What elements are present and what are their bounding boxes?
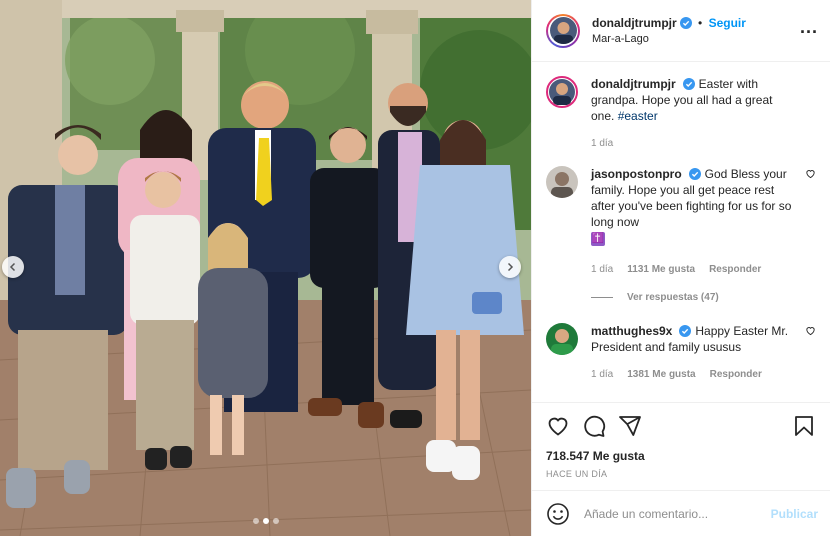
bookmark-icon [795, 416, 813, 436]
comment-item: jasonpostonpro God Bless your family. Hop… [546, 166, 816, 278]
post-timestamp: HACE UN DÍA [546, 469, 608, 479]
commenter-avatar[interactable] [546, 323, 578, 355]
verified-badge-icon [682, 78, 695, 90]
carousel-dot-active [262, 518, 269, 524]
comment-item: matthughes9x Happy Easter Mr. President a… [546, 323, 816, 383]
publish-button[interactable]: Publicar [771, 507, 818, 521]
avatar-image [546, 166, 578, 198]
view-replies-label: Ver respuestas (47) [627, 292, 719, 303]
emoji-button[interactable] [546, 502, 570, 526]
next-photo-button[interactable] [499, 256, 521, 278]
previous-photo-button[interactable] [2, 256, 24, 278]
post-header: donaldjtrumpjr • Seguir Mar-a-Lago ... [532, 0, 830, 62]
paper-plane-icon [619, 416, 641, 436]
carousel-dot [252, 518, 259, 524]
comment-button[interactable] [582, 414, 606, 438]
family-easter-photo [0, 0, 531, 536]
commenter-username[interactable]: jasonpostonpro [591, 167, 682, 181]
replies-divider [591, 297, 613, 298]
follow-button[interactable]: Seguir [709, 16, 746, 30]
smiley-icon [547, 502, 569, 525]
comment-meta: 1 día 1381 Me gusta Responder [591, 367, 794, 383]
comments-list[interactable]: donaldjtrumpjr Easter with grandpa. Hope … [532, 62, 830, 402]
avatar-image [546, 323, 578, 355]
avatar-image [549, 17, 577, 44]
reply-button[interactable]: Responder [710, 367, 762, 383]
more-options-button[interactable]: ... [800, 18, 818, 40]
post-photo[interactable] [0, 0, 531, 536]
reply-button[interactable]: Responder [709, 262, 761, 278]
post-side-panel: donaldjtrumpjr • Seguir Mar-a-Lago ... d… [531, 0, 830, 536]
comment-meta: 1 día 1131 Me gusta Responder [591, 262, 794, 278]
caption-username[interactable]: donaldjtrumpjr [591, 77, 676, 91]
commenter-username[interactable]: matthughes9x [591, 324, 672, 338]
heart-icon [548, 417, 568, 436]
save-button[interactable] [792, 414, 816, 438]
comment-input[interactable] [584, 506, 771, 521]
likes-count[interactable]: 718.547 Me gusta [546, 449, 816, 463]
comment-likes[interactable]: 1131 Me gusta [627, 262, 695, 278]
comment-bubble-icon [584, 415, 606, 437]
caption: donaldjtrumpjr Easter with grandpa. Hope … [546, 76, 816, 152]
separator-dot: • [698, 15, 703, 30]
author-username[interactable]: donaldjtrumpjr [592, 16, 677, 30]
carousel-indicator [0, 518, 531, 524]
verified-badge-icon [688, 168, 701, 180]
like-comment-heart-icon[interactable] [805, 168, 816, 179]
like-comment-heart-icon[interactable] [805, 325, 816, 336]
caption-meta: 1 día [591, 136, 794, 152]
commenter-avatar[interactable] [546, 166, 578, 198]
view-replies-button[interactable]: Ver respuestas (47) [591, 292, 816, 303]
chevron-right-icon [507, 262, 514, 272]
comment-age: 1 día [591, 264, 614, 275]
add-comment-bar: Publicar [532, 490, 830, 536]
comment-age: 1 día [591, 369, 614, 380]
verified-badge-icon [679, 325, 692, 337]
like-button[interactable] [546, 414, 570, 438]
caption-age: 1 día [591, 138, 614, 149]
post-location[interactable]: Mar-a-Lago [592, 31, 800, 47]
comment-likes[interactable]: 1381 Me gusta [627, 367, 695, 383]
chevron-left-icon [9, 262, 16, 272]
author-avatar[interactable] [546, 13, 580, 48]
verified-badge-icon [679, 16, 692, 29]
caption-avatar[interactable] [546, 76, 578, 108]
post-actions: 718.547 Me gusta HACE UN DÍA [532, 402, 830, 479]
share-button[interactable] [618, 414, 642, 438]
cross-emoji: ✝️ [591, 232, 605, 246]
hashtag-link[interactable]: #easter [618, 109, 658, 123]
avatar-image [549, 79, 575, 105]
carousel-dot [272, 518, 279, 524]
